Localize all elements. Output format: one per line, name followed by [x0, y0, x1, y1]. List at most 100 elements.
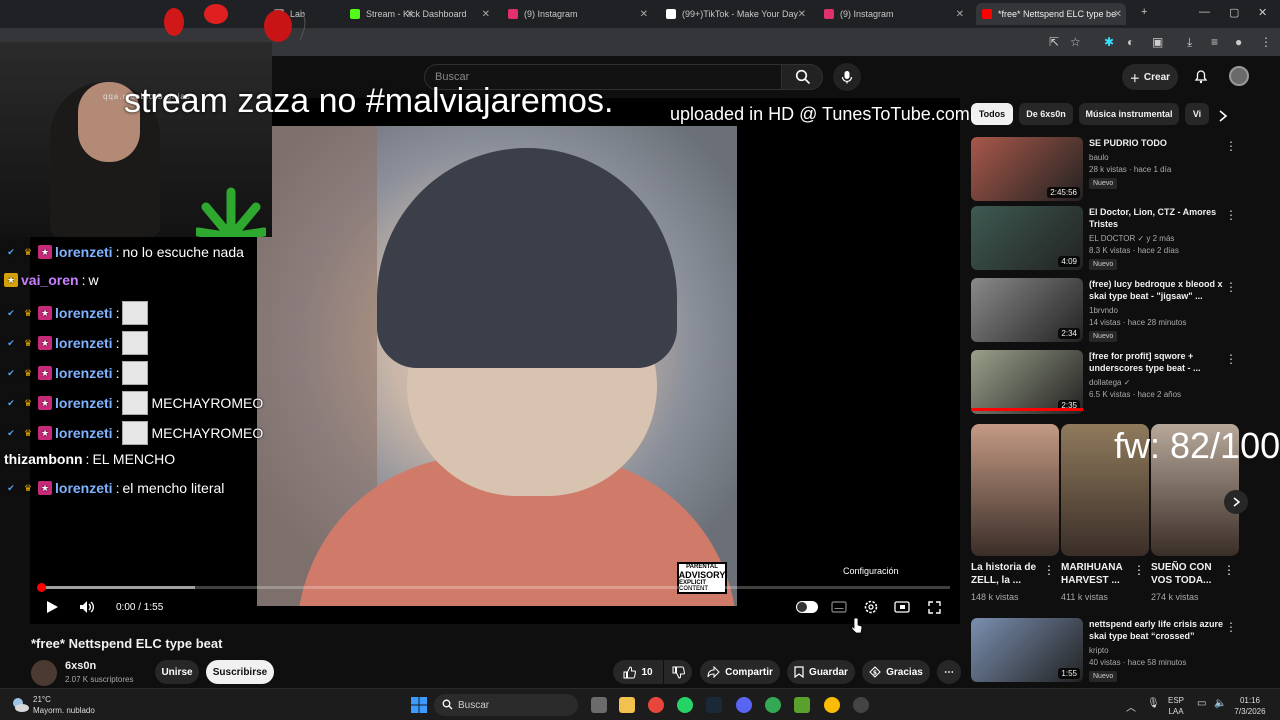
recommendation-title[interactable]: SE PUDRIO TODO: [1089, 137, 1237, 149]
more-vertical-icon[interactable]: ⋮: [1223, 563, 1235, 577]
tab-close-icon[interactable]: ✕: [1114, 9, 1122, 20]
taskbar-search[interactable]: Buscar: [434, 694, 578, 716]
recommendation-item[interactable]: 2:35 [free for profit] sqwore + underscor…: [971, 350, 1261, 416]
bookmark-star-icon[interactable]: ☆: [1070, 35, 1081, 49]
download-icon[interactable]: ⤓: [1187, 35, 1192, 50]
browser-tab[interactable]: (9) Instagram ✕: [818, 3, 968, 25]
more-vertical-icon[interactable]: ⋮: [1225, 352, 1237, 366]
filter-chip[interactable]: Vi: [1185, 103, 1209, 125]
recommendation-title[interactable]: (free) lucy bedroque x bleood x skai typ…: [1089, 278, 1237, 302]
recommendation-item[interactable]: 2:34 (free) lucy bedroque x bleood x skai…: [971, 278, 1261, 344]
subtitles-icon[interactable]: [831, 601, 847, 613]
recommendation-thumbnail[interactable]: 2:35: [971, 350, 1083, 414]
chat-username[interactable]: vai_oren: [21, 272, 79, 288]
whatsapp-icon[interactable]: [677, 697, 693, 713]
recommendation-thumbnail[interactable]: 2:45:56: [971, 137, 1083, 201]
channel-name[interactable]: 6xs0n: [65, 660, 96, 672]
tab-close-icon[interactable]: ✕: [482, 9, 490, 20]
subscribe-button[interactable]: Suscribirse: [206, 660, 274, 684]
more-vertical-icon[interactable]: ⋮: [1225, 208, 1237, 222]
voice-search-button[interactable]: [833, 63, 861, 91]
channel-avatar[interactable]: [31, 660, 57, 686]
thanks-button[interactable]: $ Gracias: [862, 660, 930, 684]
tab-close-icon[interactable]: ✕: [798, 9, 806, 20]
clock[interactable]: 01:16 7/3/2026: [1230, 695, 1270, 717]
browser-tab[interactable]: (99+)TikTok - Make Your Day ✕: [660, 3, 810, 25]
filter-chip[interactable]: Todos: [971, 103, 1013, 125]
recommendation-item[interactable]: 1:55 nettspend early life crisis azure sk…: [971, 618, 1261, 684]
tab-close-icon[interactable]: ✕: [956, 9, 964, 20]
recommendation-thumbnail[interactable]: 2:34: [971, 278, 1083, 342]
chat-username[interactable]: lorenzeti: [55, 395, 113, 411]
recommendation-title[interactable]: [free for profit] sqwore + underscores t…: [1089, 350, 1237, 374]
share-button[interactable]: Compartir: [700, 660, 780, 684]
speaker-icon[interactable]: 🔈: [1214, 698, 1226, 709]
obs-icon[interactable]: [853, 697, 869, 713]
recommendation-channel[interactable]: 1brvndo: [1089, 306, 1118, 315]
weather-widget[interactable]: 21°C Mayorm. nublado: [33, 694, 95, 716]
chat-username[interactable]: lorenzeti: [55, 305, 113, 321]
steam-icon[interactable]: [706, 697, 722, 713]
more-vertical-icon[interactable]: ⋮: [1225, 139, 1237, 153]
minimize-icon[interactable]: —: [1199, 6, 1210, 18]
short-title[interactable]: SUEÑO CON VOS TODA...: [1151, 561, 1229, 587]
miniplayer-icon[interactable]: [894, 601, 910, 613]
filter-chip[interactable]: De 6xs0n: [1019, 103, 1073, 125]
short-thumbnail[interactable]: [971, 424, 1059, 556]
profile-icon[interactable]: ●: [1235, 35, 1242, 49]
windows-start-icon[interactable]: [411, 697, 427, 713]
recommendation-thumbnail[interactable]: 4:09: [971, 206, 1083, 270]
chat-username[interactable]: thizambonn: [4, 451, 83, 467]
more-vertical-icon[interactable]: ⋮: [1043, 563, 1055, 577]
discord-icon[interactable]: [736, 697, 752, 713]
file-explorer-icon[interactable]: [619, 697, 635, 713]
browser-menu-icon[interactable]: ⋮: [1260, 35, 1272, 49]
chat-username[interactable]: lorenzeti: [55, 425, 113, 441]
more-vertical-icon[interactable]: ⋮: [1225, 620, 1237, 634]
chrome-icon[interactable]: [648, 697, 664, 713]
more-vertical-icon[interactable]: ⋮: [1225, 280, 1237, 294]
recommendation-channel[interactable]: kripto: [1089, 646, 1109, 655]
search-button[interactable]: [781, 64, 823, 90]
tab-close-icon[interactable]: ✕: [640, 9, 648, 20]
chevron-right-icon[interactable]: [1218, 110, 1228, 122]
browser-tab[interactable]: (9) Instagram ✕: [502, 3, 652, 25]
play-icon[interactable]: [45, 600, 59, 614]
minecraft-icon[interactable]: [794, 697, 810, 713]
language-indicator[interactable]: ESP LAA: [1168, 695, 1184, 717]
chat-username[interactable]: lorenzeti: [55, 365, 113, 381]
save-button[interactable]: Guardar: [787, 660, 855, 684]
reading-list-icon[interactable]: ≡: [1211, 35, 1218, 49]
recommendation-channel[interactable]: EL DOCTOR ✓ y 2 más: [1089, 234, 1174, 243]
settings-gear-icon[interactable]: [863, 599, 879, 615]
recommendation-channel[interactable]: baulo: [1089, 153, 1109, 162]
chat-username[interactable]: lorenzeti: [55, 480, 113, 496]
chrome-active-icon[interactable]: [765, 697, 781, 713]
new-tab-icon[interactable]: +: [1141, 6, 1147, 18]
short-title[interactable]: La historia de ZELL, la ...: [971, 561, 1049, 587]
more-vertical-icon[interactable]: ⋮: [1133, 563, 1145, 577]
browser-tab[interactable]: *free* Nettspend ELC type beat ✕: [976, 3, 1126, 25]
fullscreen-icon[interactable]: [928, 601, 941, 614]
progress-bar[interactable]: [37, 583, 950, 592]
recommendation-item[interactable]: 2:45:56 SE PUDRIO TODO baulo 28 k vistas · …: [971, 137, 1261, 203]
shorts-next-button[interactable]: [1224, 490, 1248, 514]
extension-icon[interactable]: ✱: [1104, 35, 1114, 49]
dislike-button[interactable]: [664, 660, 692, 684]
maximize-icon[interactable]: ▢: [1229, 6, 1239, 19]
task-view-icon[interactable]: [591, 697, 607, 713]
network-icon[interactable]: ▭: [1197, 698, 1206, 709]
chrome-profile-icon[interactable]: [824, 697, 840, 713]
autoplay-toggle[interactable]: [796, 601, 818, 613]
recommendation-channel[interactable]: dollatega ✓: [1089, 378, 1130, 387]
like-button[interactable]: 10: [613, 660, 663, 684]
create-button[interactable]: ＋ Crear: [1122, 64, 1178, 90]
chat-username[interactable]: lorenzeti: [55, 335, 113, 351]
filter-chip[interactable]: Música instrumental: [1079, 103, 1179, 125]
recommendation-title[interactable]: El Doctor, Lion, CTZ - Amores Tristes: [1089, 206, 1237, 230]
tray-overflow-icon[interactable]: ︿: [1126, 699, 1136, 714]
dark-mode-icon[interactable]: ◐: [1127, 35, 1134, 49]
tray-mic-icon[interactable]: 🎙: [1147, 698, 1160, 709]
more-actions-button[interactable]: ⋯: [937, 660, 961, 684]
progress-scrubber[interactable]: [37, 583, 46, 592]
